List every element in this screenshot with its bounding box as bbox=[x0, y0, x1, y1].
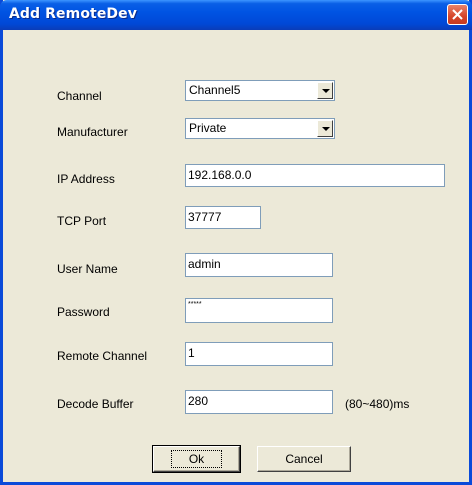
manufacturer-label: Manufacturer bbox=[57, 125, 128, 139]
ok-label: Ok bbox=[170, 450, 223, 468]
title-bar[interactable]: Add RemoteDev bbox=[0, 0, 472, 30]
user-name-label: User Name bbox=[57, 262, 118, 276]
manufacturer-value: Private bbox=[189, 121, 227, 135]
manufacturer-select[interactable]: Private bbox=[185, 118, 335, 139]
chevron-down-icon[interactable] bbox=[317, 82, 333, 99]
password-input[interactable]: ***** bbox=[185, 298, 333, 323]
ip-address-label: IP Address bbox=[57, 172, 115, 186]
ok-button[interactable]: Ok bbox=[152, 445, 241, 473]
tcp-port-label: TCP Port bbox=[57, 214, 107, 228]
ip-address-input[interactable]: 192.168.0.0 bbox=[185, 164, 445, 187]
close-button[interactable] bbox=[447, 4, 468, 25]
tcp-port-input[interactable]: 37777 bbox=[185, 206, 261, 229]
dialog-title: Add RemoteDev bbox=[9, 6, 137, 22]
close-icon bbox=[452, 9, 463, 20]
channel-select[interactable]: Channel5 bbox=[185, 80, 335, 101]
decode-buffer-label: Decode Buffer bbox=[57, 397, 134, 411]
decode-buffer-range: (80~480)ms bbox=[345, 397, 410, 411]
add-remotedev-dialog: Add RemoteDev Channel Channel5 Manufactu… bbox=[0, 0, 472, 485]
channel-label: Channel bbox=[57, 89, 102, 103]
chevron-down-icon[interactable] bbox=[317, 120, 333, 137]
decode-buffer-input[interactable]: 280 bbox=[185, 390, 333, 414]
cancel-button[interactable]: Cancel bbox=[257, 446, 351, 472]
remote-channel-input[interactable]: 1 bbox=[185, 342, 333, 366]
channel-value: Channel5 bbox=[189, 83, 241, 97]
remote-channel-label: Remote Channel bbox=[57, 349, 148, 363]
password-label: Password bbox=[57, 305, 110, 319]
user-name-input[interactable]: admin bbox=[185, 253, 333, 277]
